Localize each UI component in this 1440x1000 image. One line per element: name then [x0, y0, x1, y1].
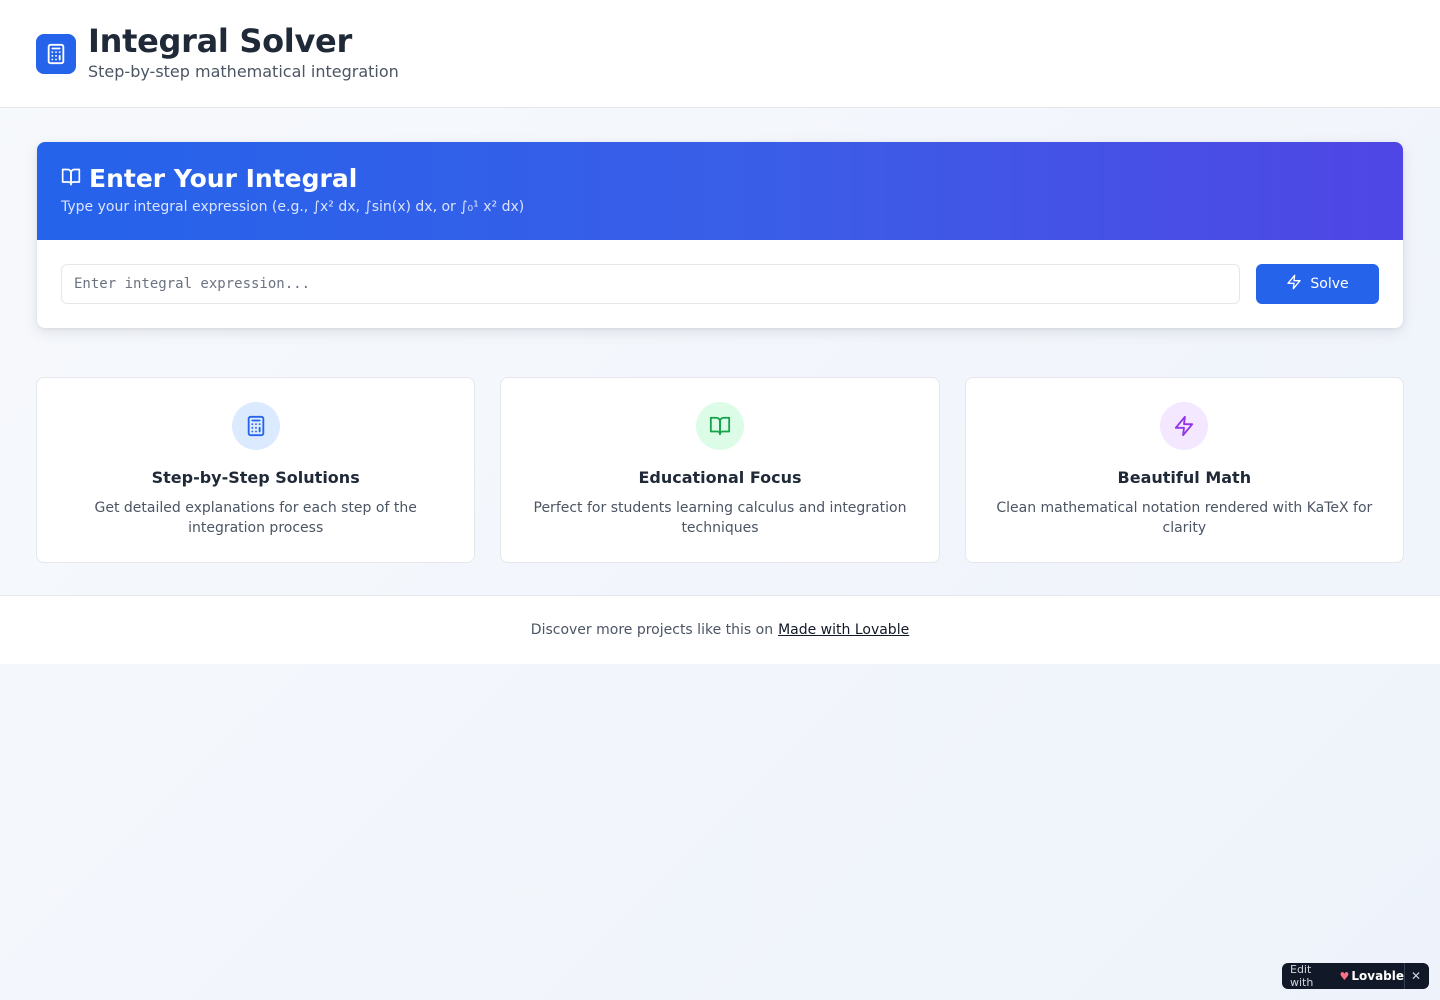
feature-description: Get detailed explanations for each step … [94, 500, 417, 536]
lovable-heart-icon: ♥ [1339, 969, 1350, 983]
close-icon[interactable]: ✕ [1411, 969, 1421, 983]
card-description: Type your integral expression (e.g., ∫x²… [61, 199, 525, 215]
zap-icon [1286, 274, 1302, 294]
made-with-lovable-link[interactable]: Made with Lovable [778, 622, 909, 638]
feature-card-educational: Educational Focus Perfect for students l… [500, 377, 940, 563]
solve-button[interactable]: Solve [1256, 264, 1379, 304]
book-open-icon [695, 402, 744, 450]
feature-card-beautiful-math: Beautiful Math Clean mathematical notati… [964, 377, 1404, 563]
app-header: Integral Solver Step-by-step mathematica… [0, 0, 1440, 108]
page-footer: Discover more projects like this on Made… [0, 595, 1440, 664]
calculator-icon [36, 33, 76, 74]
integral-expression-input[interactable] [61, 264, 1240, 304]
badge-edit-label: Edit with [1290, 963, 1314, 989]
card-title: Enter Your Integral [89, 164, 358, 193]
book-open-icon [61, 167, 81, 191]
feature-description: Clean mathematical notation rendered wit… [996, 500, 1373, 536]
feature-title: Step-by-Step Solutions [151, 468, 360, 487]
badge-divider [1404, 963, 1405, 989]
page-subtitle: Step-by-step mathematical integration [88, 61, 399, 81]
zap-icon [1160, 402, 1209, 450]
feature-title: Educational Focus [638, 468, 802, 487]
edit-with-lovable-badge[interactable]: Edit with ♥ Lovable ✕ [1282, 963, 1429, 989]
footer-text: Discover more projects like this on [530, 622, 774, 638]
card-header: Enter Your Integral Type your integral e… [37, 142, 1403, 240]
features-grid: Step-by-Step Solutions Get detailed expl… [36, 377, 1404, 563]
feature-description: Perfect for students learning calculus a… [533, 500, 907, 536]
page-title: Integral Solver [88, 21, 352, 60]
calculator-icon [231, 402, 280, 450]
feature-card-step-by-step: Step-by-Step Solutions Get detailed expl… [36, 377, 476, 563]
badge-brand: Lovable [1351, 969, 1405, 983]
integral-input-card: Enter Your Integral Type your integral e… [37, 142, 1403, 328]
feature-title: Beautiful Math [1117, 468, 1252, 487]
solve-label: Solve [1310, 276, 1349, 292]
